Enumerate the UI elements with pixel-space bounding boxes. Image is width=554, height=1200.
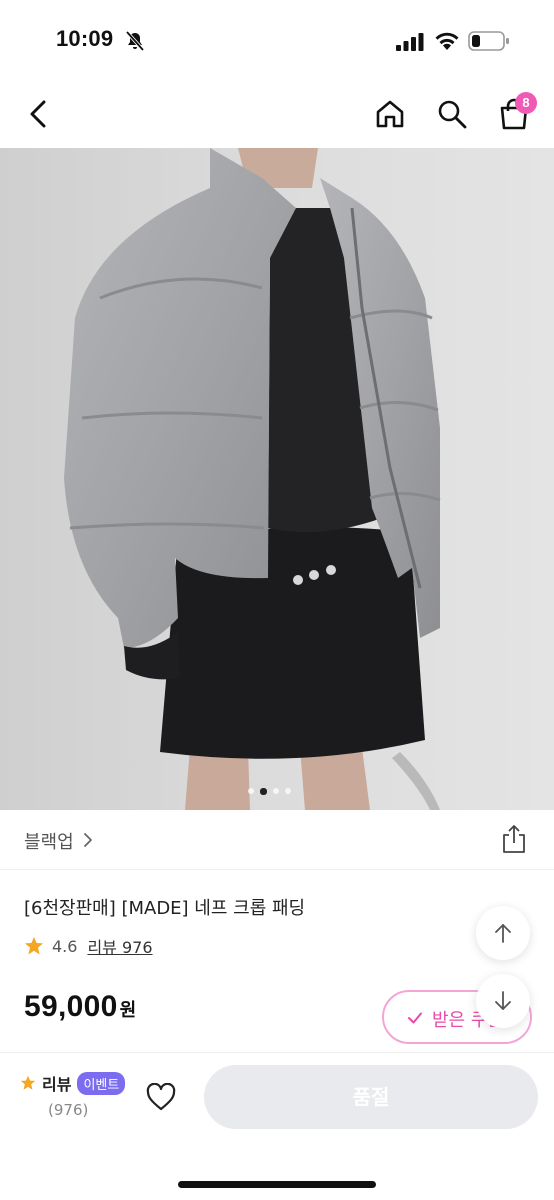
scroll-top-button[interactable] [476, 906, 530, 960]
rating-value: 4.6 [52, 936, 78, 956]
star-icon [20, 1075, 36, 1090]
brand-name[interactable]: 블랙업 [24, 828, 74, 854]
product-image[interactable] [0, 148, 554, 810]
review-link[interactable]: 리뷰 976 [87, 934, 152, 958]
event-badge: 이벤트 [77, 1071, 126, 1095]
signal-icon [396, 33, 424, 51]
pagination-dot-active[interactable] [260, 787, 267, 795]
arrow-up-icon [495, 924, 511, 943]
brand-row[interactable]: 블랙업 [0, 810, 554, 870]
check-icon [408, 1012, 422, 1024]
search-icon[interactable] [436, 98, 468, 130]
arrow-down-icon [495, 991, 511, 1010]
pagination-dot[interactable] [248, 788, 254, 794]
home-icon[interactable] [374, 98, 406, 130]
home-indicator [178, 1181, 376, 1188]
review-summary-button[interactable]: 리뷰 이벤트 (976) [20, 1071, 130, 1119]
back-icon[interactable] [24, 96, 54, 132]
product-title: [6천장판매] [MADE] 네프 크롭 패딩 [24, 898, 306, 919]
bottom-action-bar: 리뷰 이벤트 (976) 품절 [0, 1052, 554, 1200]
cart-count-badge: 8 [515, 92, 537, 114]
pagination-dot[interactable] [285, 788, 291, 794]
share-icon[interactable] [500, 824, 528, 854]
pagination-dot[interactable] [273, 788, 279, 794]
chevron-right-icon [84, 833, 92, 847]
price-row: 59,000 원 [24, 990, 136, 1024]
rating-row: 4.6 리뷰 976 [24, 934, 153, 958]
status-time: 10:09 [56, 26, 114, 51]
image-pagination [248, 786, 291, 796]
review-count: (976) [48, 1101, 89, 1119]
price-value: 59,000 [24, 990, 118, 1023]
top-nav [0, 80, 554, 148]
heart-icon[interactable] [146, 1083, 176, 1111]
scroll-bottom-button[interactable] [476, 974, 530, 1028]
review-label: 리뷰 [42, 1075, 72, 1094]
product-photo [0, 148, 554, 810]
wifi-icon [435, 32, 459, 50]
soldout-button[interactable]: 품절 [204, 1065, 538, 1129]
price-unit: 원 [119, 1000, 137, 1021]
bell-off-icon [125, 30, 145, 52]
status-bar: 10:09 [0, 0, 554, 80]
battery-icon [468, 31, 509, 51]
star-icon [25, 937, 43, 955]
